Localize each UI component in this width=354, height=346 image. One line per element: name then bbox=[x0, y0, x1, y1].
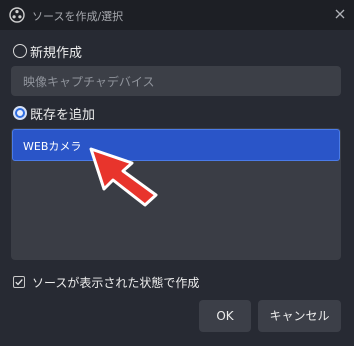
add-existing-label: 既存を追加 bbox=[30, 108, 96, 123]
source-name-input[interactable]: 映像キャプチャデバイス bbox=[11, 66, 341, 96]
existing-source-list[interactable]: WEBカメラ bbox=[11, 128, 341, 260]
ok-button[interactable]: OK bbox=[199, 300, 251, 332]
cancel-button[interactable]: キャンセル bbox=[258, 300, 341, 332]
title-bar: ソースを作成/選択 bbox=[0, 0, 354, 30]
obs-logo-icon bbox=[9, 7, 25, 23]
red-arrow-annotation bbox=[89, 147, 158, 207]
list-item[interactable]: WEBカメラ bbox=[12, 129, 340, 161]
create-new-radio[interactable] bbox=[13, 44, 27, 58]
add-existing-radio[interactable] bbox=[13, 106, 27, 120]
list-item-label: WEBカメラ bbox=[23, 140, 82, 153]
create-new-label: 新規作成 bbox=[30, 46, 83, 61]
window-title: ソースを作成/選択 bbox=[32, 10, 124, 23]
visible-checkbox-label: ソースが表示された状態で作成 bbox=[32, 276, 200, 290]
close-icon[interactable] bbox=[333, 7, 347, 21]
checkmark-icon bbox=[15, 279, 23, 286]
visible-checkbox[interactable] bbox=[13, 276, 25, 288]
